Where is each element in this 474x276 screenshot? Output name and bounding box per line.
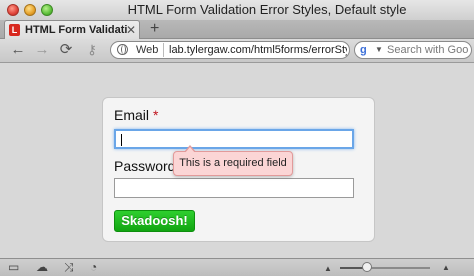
close-window-button[interactable] [7,4,19,16]
password-field[interactable] [114,178,354,198]
share-icon[interactable]: ⤨ [64,260,74,274]
title-bar: HTML Form Validation Error Styles, Defau… [0,0,474,20]
globe-icon [117,44,128,55]
google-icon[interactable]: g [360,44,372,56]
tab-close-icon[interactable]: ✕ [126,23,136,37]
address-mode-label[interactable]: Web [131,42,163,58]
password-label-text: Password [114,158,176,174]
email-label-text: Email [114,107,150,123]
tab-title: HTML Form Validati [25,24,127,36]
zoom-slider[interactable] [340,262,430,272]
status-bar: ▭ ☁ ⤨ ◔ ▲ ▲ [0,258,474,276]
zoom-in-icon[interactable]: ▲ [442,261,450,275]
tab-strip: L HTML Form Validati ✕ + [0,20,474,39]
speed-dial-icon[interactable]: ◔ [90,260,97,274]
chevron-down-icon[interactable]: ▼ [375,45,383,54]
zoom-out-icon[interactable]: ▲ [324,262,332,276]
required-marker: * [153,107,159,123]
text-cursor [121,134,122,146]
email-field[interactable] [114,129,354,149]
address-bar[interactable]: Web lab.tylergaw.com/html5forms/errorSty… [110,41,350,59]
password-label: Password [114,158,175,174]
email-label: Email * [114,107,158,123]
cloud-icon[interactable]: ☁ [36,260,48,274]
url-text[interactable]: lab.tylergaw.com/html5forms/errorStyles/… [169,42,347,58]
minimize-window-button[interactable] [24,4,36,16]
tab-html-form-validation[interactable]: L HTML Form Validati ✕ [4,20,140,39]
navigation-toolbar: ← → ⟳ ⚷ Web lab.tylergaw.com/html5forms/… [0,39,474,63]
zoom-window-button[interactable] [41,4,53,16]
validation-error-tooltip: This is a required field [173,145,293,176]
forward-button[interactable]: → [34,42,50,58]
submit-button[interactable]: Skadoosh! [114,210,195,232]
new-tab-button[interactable]: + [150,20,159,38]
sidebar-toggle-icon[interactable]: ▭ [8,260,19,274]
favicon-icon: L [9,24,20,36]
address-divider [163,43,164,57]
window-title: HTML Form Validation Error Styles, Defau… [127,2,407,17]
zoom-slider-handle[interactable] [362,262,372,272]
search-field[interactable]: g ▼ Search with Goo [354,41,472,59]
reload-button[interactable]: ⟳ [58,42,74,58]
search-placeholder: Search with Goo [387,44,469,56]
wand-key-icon[interactable]: ⚷ [82,42,102,58]
page-content: Email * Password Skadoosh! This is a requ… [0,63,474,258]
back-button[interactable]: ← [10,42,26,58]
